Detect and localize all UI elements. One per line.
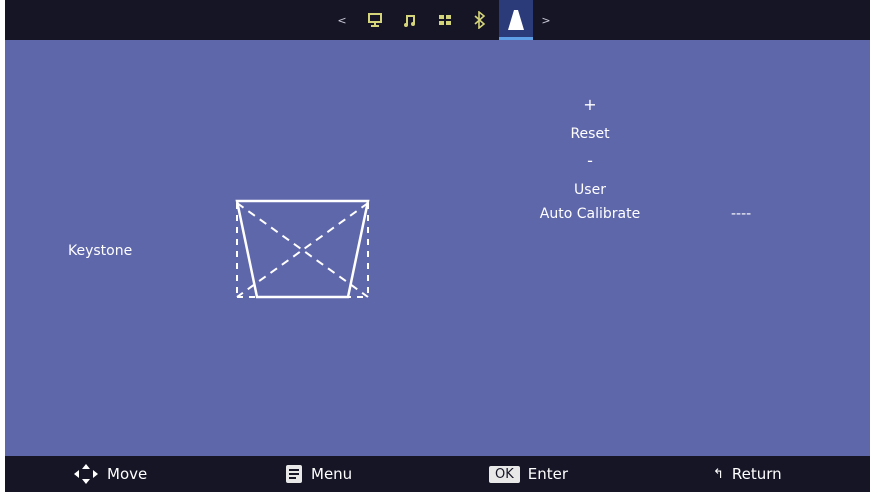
bottom-help-bar: Move Menu OK Enter ↰ Return [5, 456, 870, 492]
increase-button[interactable]: + [583, 95, 596, 114]
return-label: Return [731, 465, 782, 483]
reset-button[interactable]: Reset [570, 126, 609, 142]
active-tab-indicator [499, 37, 533, 40]
dpad-arrows-icon [74, 464, 98, 484]
menu-icon [286, 465, 302, 483]
tab-music[interactable] [398, 0, 422, 40]
tab-scroll-left-arrow[interactable]: < [335, 0, 349, 40]
tab-display[interactable] [363, 0, 387, 40]
keystone-diagram [235, 199, 370, 299]
apps-grid-icon [439, 15, 451, 25]
decrease-button[interactable]: - [587, 151, 593, 170]
top-tab-bar: < > [5, 0, 870, 40]
move-label: Move [107, 465, 148, 483]
ok-key-badge: OK [489, 465, 520, 483]
enter-hint: OK Enter [489, 456, 568, 492]
menu-hint: Menu [285, 456, 352, 492]
menu-label: Menu [311, 465, 353, 483]
tab-bluetooth[interactable] [468, 0, 492, 40]
bluetooth-icon [474, 11, 486, 29]
auto-calibrate-value: ---- [731, 206, 752, 222]
keystone-label: Keystone [68, 243, 133, 259]
move-hint: Move [73, 456, 147, 492]
tab-scroll-right-arrow[interactable]: > [539, 0, 553, 40]
enter-label: Enter [527, 465, 569, 483]
return-arrow-icon: ↰ [713, 466, 724, 482]
projector-cone-icon [508, 10, 524, 30]
auto-calibrate-label[interactable]: Auto Calibrate [540, 206, 640, 222]
user-mode-value: User [574, 182, 606, 198]
tab-apps[interactable] [433, 0, 457, 40]
return-hint: ↰ Return [713, 456, 782, 492]
music-icon [404, 15, 415, 27]
tab-projection[interactable] [499, 0, 533, 40]
display-icon [368, 13, 382, 27]
settings-panel [5, 0, 870, 492]
